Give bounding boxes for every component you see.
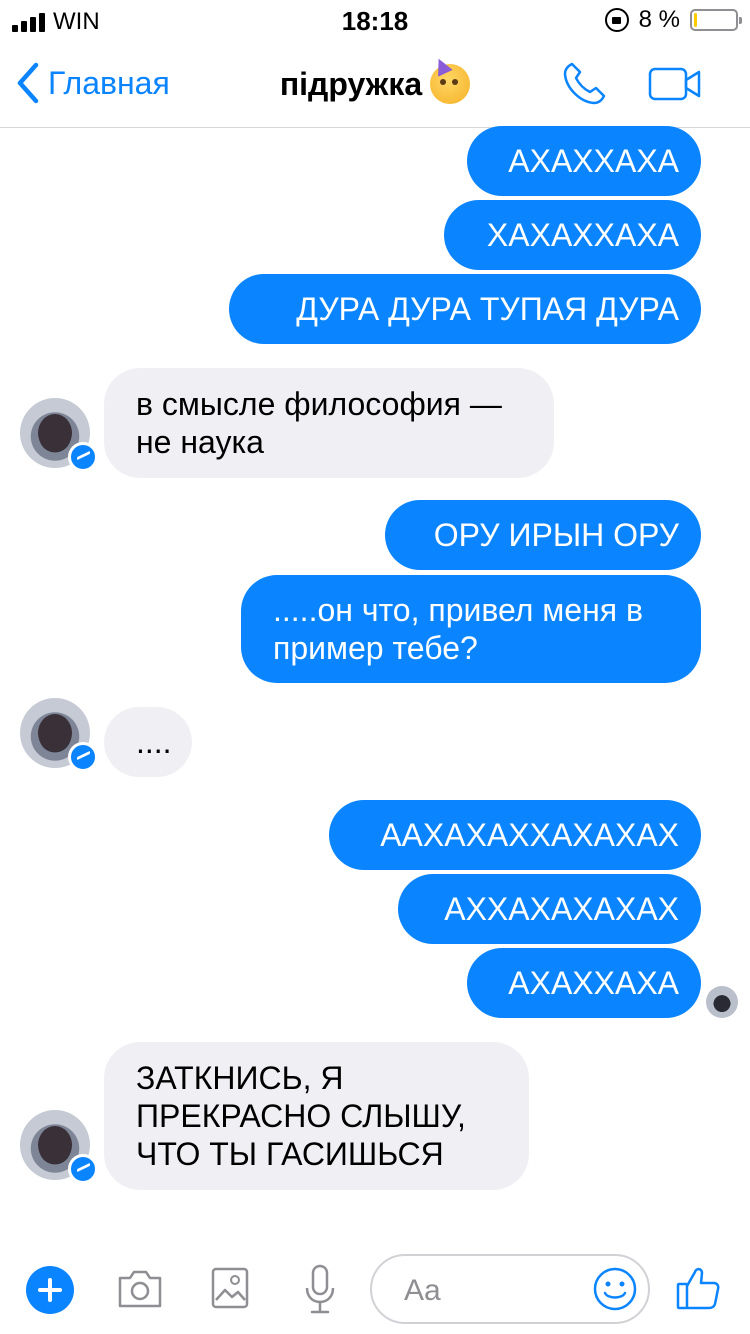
seen-indicator-avatar (706, 986, 738, 1018)
message-incoming[interactable]: в смысле философия — не наука (104, 368, 554, 478)
message-text: ХАХАХХАХА (486, 217, 679, 253)
gallery-button[interactable] (210, 1266, 250, 1315)
emoji-button[interactable] (592, 1266, 638, 1317)
avatar-photo (38, 714, 72, 752)
status-bar: WIN 18:18 8 % (0, 0, 750, 40)
message-incoming[interactable]: .... (104, 707, 192, 777)
messenger-badge-icon (68, 1154, 98, 1184)
video-call-button[interactable] (648, 66, 702, 107)
contact-avatar[interactable] (20, 1110, 98, 1184)
message-outgoing[interactable]: АХАХХАХА (467, 948, 701, 1018)
message-outgoing[interactable]: ААХАХАХХАХАХАХ (329, 800, 701, 870)
microphone-icon (305, 1264, 335, 1314)
thumbs-up-icon (676, 1267, 720, 1310)
conversation-header: Главная підружка (0, 40, 750, 128)
message-input-placeholder: Aa (404, 1274, 441, 1307)
message-input[interactable]: Aa (370, 1254, 650, 1324)
message-text: .... (136, 724, 172, 760)
avatar-photo (38, 414, 72, 452)
battery-icon (690, 9, 742, 31)
like-button[interactable] (674, 1264, 722, 1317)
voice-call-button[interactable] (560, 60, 608, 113)
battery-level-fill (694, 13, 697, 27)
message-text: в смысле философия — не наука (136, 386, 502, 460)
message-text: АХАХХАХА (508, 143, 679, 179)
status-right: 8 % (604, 6, 742, 34)
image-icon (211, 1267, 249, 1309)
video-camera-icon (648, 67, 701, 101)
phone-icon (563, 62, 606, 105)
plus-button[interactable] (26, 1266, 74, 1314)
contact-avatar[interactable] (20, 698, 98, 772)
message-outgoing[interactable]: .....он что, привел меня в пример тебе? (241, 575, 701, 683)
message-outgoing[interactable]: АХАХХАХА (467, 126, 701, 196)
smiley-icon (593, 1267, 637, 1311)
message-text: ДУРА ДУРА ТУПАЯ ДУРА (296, 291, 679, 327)
orientation-lock-icon (604, 8, 629, 32)
message-text: .....он что, привел меня в пример тебе? (273, 592, 643, 666)
message-text: АХХАХАХАХАХ (444, 891, 679, 927)
message-outgoing[interactable]: ДУРА ДУРА ТУПАЯ ДУРА (229, 274, 701, 344)
messenger-badge-icon (68, 442, 98, 472)
partying-face-icon (430, 64, 471, 104)
message-outgoing[interactable]: АХХАХАХАХАХ (398, 874, 701, 944)
avatar-photo (38, 1126, 72, 1164)
voice-message-button[interactable] (303, 1264, 337, 1321)
messenger-badge-icon (68, 742, 98, 772)
message-text: ААХАХАХХАХАХАХ (380, 817, 679, 853)
camera-icon (118, 1270, 162, 1308)
message-outgoing[interactable]: ХАХАХХАХА (444, 200, 701, 270)
message-text: ЗАТКНИСЬ, Я ПРЕКРАСНО СЛЫШУ, ЧТО ТЫ ГАСИ… (136, 1060, 466, 1172)
message-incoming[interactable]: ЗАТКНИСЬ, Я ПРЕКРАСНО СЛЫШУ, ЧТО ТЫ ГАСИ… (104, 1042, 529, 1190)
contact-avatar[interactable] (20, 398, 98, 472)
battery-percent: 8 % (638, 6, 680, 33)
conversation-title[interactable]: підружка (0, 64, 750, 104)
camera-button[interactable] (116, 1266, 164, 1315)
contact-name: підружка (279, 65, 423, 102)
message-outgoing[interactable]: ОРУ ИРЫН ОРУ (385, 500, 701, 570)
message-text: АХАХХАХА (508, 965, 679, 1001)
message-text: ОРУ ИРЫН ОРУ (433, 517, 679, 553)
composer-bar: Aa (0, 1244, 750, 1334)
